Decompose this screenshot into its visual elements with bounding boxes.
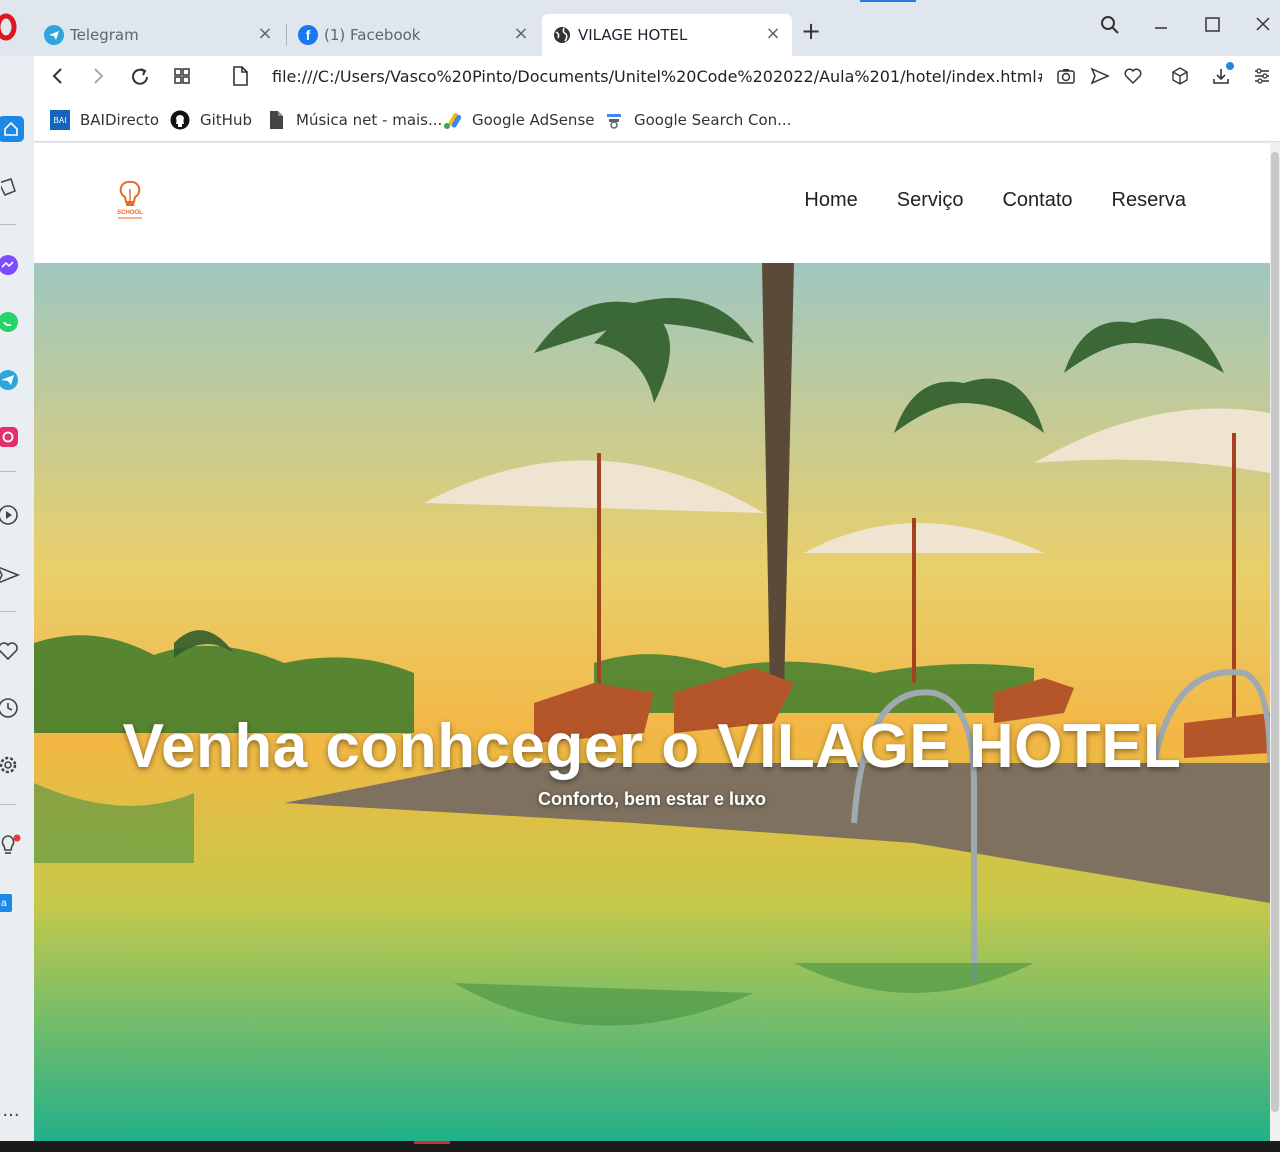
sidebar-separator — [0, 804, 16, 805]
maximize-button[interactable] — [1199, 14, 1225, 40]
download-indicator — [1226, 62, 1234, 70]
bookmark-musica-net[interactable]: Música net - mais... — [266, 110, 442, 130]
search-tabs-icon[interactable] — [1097, 14, 1123, 40]
forward-icon[interactable] — [86, 66, 110, 90]
bookmark-label: Google AdSense — [472, 111, 595, 129]
sidebar-separator — [0, 471, 16, 472]
bookmark-google-search-console[interactable]: Google Search Con... — [604, 110, 791, 130]
logo-text: SCHOOL — [117, 210, 143, 216]
extensions-icon[interactable] — [0, 176, 22, 198]
new-tab-button[interactable]: + — [800, 19, 822, 43]
cube-icon[interactable] — [1168, 66, 1192, 90]
close-icon[interactable]: × — [764, 25, 782, 43]
history-icon[interactable] — [0, 697, 22, 719]
tab-facebook[interactable]: f (1) Facebook × — [288, 14, 540, 56]
translate-icon[interactable]: a — [0, 892, 22, 914]
messenger-icon[interactable] — [0, 254, 22, 276]
player-icon[interactable] — [0, 504, 22, 526]
tab-label: Telegram — [70, 26, 139, 44]
tab-label: (1) Facebook — [324, 26, 421, 44]
bai-icon-label: BAI — [53, 115, 67, 125]
file-icon[interactable] — [228, 66, 252, 90]
home-icon[interactable] — [0, 116, 24, 142]
github-icon — [170, 110, 190, 130]
web-page: SCHOOL Home Serviço Contato Reserva Venh… — [34, 143, 1270, 1141]
globe-icon — [552, 25, 572, 45]
url-field[interactable]: file:///C:/Users/Vasco%20Pinto/Documents… — [272, 67, 1042, 86]
os-taskbar — [0, 1141, 1280, 1152]
browser-tab-bar: Telegram × f (1) Facebook × VILAGE HOTEL… — [0, 0, 1280, 56]
bookmark-label: GitHub — [200, 111, 252, 129]
tab-telegram[interactable]: Telegram × — [34, 14, 284, 56]
send-icon[interactable] — [1088, 66, 1112, 90]
accent-line — [860, 0, 916, 2]
bookmark-label: Google Search Con... — [634, 111, 792, 129]
send-sidebar-icon[interactable] — [0, 564, 22, 586]
telegram-sidebar-icon[interactable] — [0, 369, 22, 391]
opera-sidebar: a ··· — [0, 56, 34, 1146]
settings-icon[interactable] — [0, 754, 22, 776]
adsense-icon — [442, 110, 462, 130]
svg-text:a: a — [1, 898, 7, 909]
bai-icon: BAI — [50, 110, 70, 130]
tab-separator — [286, 24, 287, 46]
search-console-icon — [604, 110, 624, 130]
bookmark-github[interactable]: GitHub — [170, 110, 252, 130]
bookmarks-bar: BAI BAIDirecto GitHub Música net - mais.… — [34, 100, 1280, 142]
close-icon[interactable]: × — [256, 25, 274, 43]
hero-banner: Venha conhceger o VILAGE HOTEL Conforto,… — [34, 263, 1270, 1141]
nav-servico[interactable]: Serviço — [897, 189, 964, 212]
opera-logo-icon[interactable] — [0, 12, 20, 42]
speed-dial-icon[interactable] — [170, 66, 194, 90]
close-window-button[interactable] — [1250, 14, 1276, 40]
facebook-icon: f — [298, 25, 318, 45]
file-icon — [266, 110, 286, 130]
scrollbar-thumb[interactable] — [1271, 152, 1279, 1112]
hero-title: Venha conhceger o VILAGE HOTEL — [122, 712, 1182, 781]
whatsapp-icon[interactable] — [0, 311, 22, 333]
tab-vilage-hotel[interactable]: VILAGE HOTEL × — [542, 14, 792, 56]
close-icon[interactable]: × — [512, 25, 530, 43]
hero-subtitle: Conforto, bem estar e luxo — [537, 789, 767, 809]
nav-reserva[interactable]: Reserva — [1112, 189, 1186, 212]
reload-icon[interactable] — [128, 66, 152, 90]
easy-setup-icon[interactable] — [1250, 66, 1274, 90]
bookmark-label: Música net - mais... — [296, 111, 443, 129]
heart-icon[interactable] — [1121, 66, 1145, 90]
address-bar: file:///C:/Users/Vasco%20Pinto/Documents… — [34, 56, 1280, 100]
hero-background-image — [34, 263, 1270, 1141]
more-icon[interactable]: ··· — [0, 1104, 22, 1126]
tab-label: VILAGE HOTEL — [578, 26, 688, 44]
nav-home[interactable]: Home — [804, 189, 857, 212]
school-logo-icon[interactable]: SCHOOL — [112, 179, 148, 223]
back-icon[interactable] — [46, 66, 70, 90]
site-nav: Home Serviço Contato Reserva — [804, 189, 1186, 212]
bookmark-google-adsense[interactable]: Google AdSense — [442, 110, 594, 130]
instagram-icon[interactable] — [0, 426, 22, 448]
site-header: SCHOOL Home Serviço Contato Reserva — [34, 143, 1270, 263]
bookmark-baidirecto[interactable]: BAI BAIDirecto — [50, 110, 159, 130]
sidebar-separator — [0, 611, 16, 612]
minimize-button[interactable] — [1148, 14, 1174, 40]
sidebar-separator — [0, 224, 16, 225]
heart-sidebar-icon[interactable] — [0, 640, 22, 662]
camera-icon[interactable] — [1054, 66, 1078, 90]
telegram-icon — [44, 25, 64, 45]
nav-contato[interactable]: Contato — [1002, 189, 1072, 212]
taskbar-indicator — [414, 1141, 450, 1144]
bookmark-label: BAIDirecto — [80, 111, 160, 129]
lightbulb-icon[interactable] — [0, 834, 22, 856]
